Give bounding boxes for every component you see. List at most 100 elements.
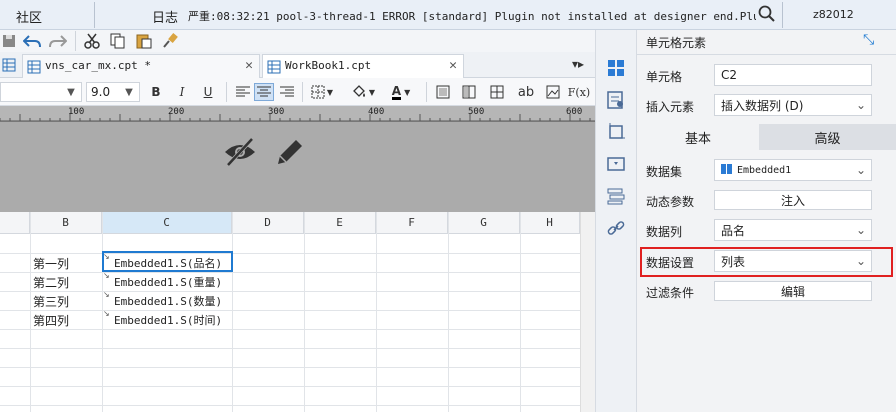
- text-style-button[interactable]: ab: [516, 83, 536, 101]
- undo-icon[interactable]: [22, 32, 42, 50]
- vertical-scrollbar[interactable]: [580, 212, 595, 412]
- align-left-icon[interactable]: [234, 83, 252, 101]
- username[interactable]: z82012: [813, 8, 854, 21]
- table-cell[interactable]: Embedded1.S(品名): [114, 254, 222, 272]
- data-setting-select[interactable]: 列表 ⌄: [714, 250, 872, 272]
- column-header[interactable]: G: [448, 212, 520, 234]
- split-cells-icon[interactable]: [460, 83, 478, 101]
- column-header[interactable]: B: [30, 212, 102, 234]
- preview-area: [0, 122, 595, 212]
- log-label[interactable]: 日志: [152, 7, 178, 26]
- tab-workbook1[interactable]: WorkBook1.cpt ✕: [262, 54, 464, 78]
- table-cell[interactable]: 第一列: [33, 254, 69, 272]
- font-color-icon[interactable]: A ▼: [386, 83, 416, 101]
- column-header[interactable]: D: [232, 212, 304, 234]
- tab-basic[interactable]: 基本: [637, 124, 759, 150]
- edit-filter-button[interactable]: 编辑: [714, 281, 872, 301]
- tab-vns-car-mx[interactable]: vns_car_mx.cpt * ✕: [22, 54, 260, 78]
- insert-element-select[interactable]: 插入数据列 (D) ⌄: [714, 94, 872, 116]
- align-right-icon[interactable]: [278, 83, 296, 101]
- border-icon[interactable]: ▼: [308, 83, 336, 101]
- top-bar: 社区 日志 严重:08:32:21 pool-3-thread-1 ERROR …: [0, 0, 896, 30]
- cut-icon[interactable]: [82, 32, 102, 50]
- divider: [637, 54, 896, 55]
- data-setting-label: 数据设置: [646, 256, 695, 270]
- cell-attribute-icon[interactable]: [606, 90, 626, 110]
- ruler-tick: 100: [68, 107, 85, 117]
- column-header[interactable]: E: [304, 212, 376, 234]
- copy-icon[interactable]: [108, 32, 128, 50]
- hyperlink-icon[interactable]: [606, 218, 626, 238]
- chevron-down-icon: ▼: [125, 86, 133, 98]
- fill-color-icon[interactable]: ▼: [348, 83, 378, 101]
- column-header[interactable]: C: [102, 212, 232, 234]
- ruler-tick: 500: [468, 107, 485, 117]
- image-icon[interactable]: [544, 83, 562, 101]
- cell-element-panel: 单元格元素 ⤡ 单元格 C2 插入元素 插入数据列 (D) ⌄ 基本 高级 数据集…: [637, 30, 896, 412]
- row-line: [0, 348, 580, 349]
- table-cell[interactable]: 第三列: [33, 292, 69, 310]
- formula-button[interactable]: F(x): [568, 83, 590, 101]
- cell-element-icon[interactable]: [606, 58, 626, 78]
- table-cell[interactable]: 第二列: [33, 273, 69, 291]
- bold-button[interactable]: B: [148, 83, 164, 101]
- format-painter-icon[interactable]: [160, 32, 180, 50]
- table-cell[interactable]: Embedded1.S(数量): [114, 292, 222, 310]
- align-center-icon[interactable]: [254, 83, 274, 101]
- data-column-select[interactable]: 品名 ⌄: [714, 219, 872, 241]
- chevron-down-icon: ▼: [67, 86, 75, 98]
- italic-button[interactable]: I: [174, 83, 190, 101]
- ruler-tick: 200: [168, 107, 185, 117]
- row-line: [0, 386, 580, 387]
- data-column-value: 品名: [721, 223, 746, 238]
- row-line: [0, 253, 580, 254]
- dataset-value: Embedded1: [737, 164, 792, 176]
- insert-cell-icon[interactable]: [488, 83, 506, 101]
- hide-eye-icon[interactable]: [222, 136, 258, 171]
- tab-bar: vns_car_mx.cpt * ✕ WorkBook1.cpt ✕ ▾▸: [0, 52, 595, 78]
- divider: [226, 82, 227, 102]
- table-cell[interactable]: Embedded1.S(时间): [114, 311, 222, 329]
- table-cell[interactable]: Embedded1.S(重量): [114, 273, 222, 291]
- close-icon[interactable]: ✕: [245, 55, 253, 77]
- table-cell[interactable]: 第四列: [33, 311, 69, 329]
- redo-icon[interactable]: [48, 32, 68, 50]
- spreadsheet-grid[interactable]: B C D E F G H 第一列 第二列 第三列 第四列 Embedded1.…: [0, 212, 595, 412]
- column-header[interactable]: H: [520, 212, 580, 234]
- underline-button[interactable]: U: [200, 83, 216, 101]
- row-line: [0, 310, 580, 311]
- divider: [302, 82, 303, 102]
- pencil-icon[interactable]: [274, 136, 306, 171]
- merge-cells-icon[interactable]: [434, 83, 452, 101]
- tab-advanced[interactable]: 高级: [759, 124, 896, 150]
- save-icon[interactable]: [0, 32, 20, 50]
- search-icon[interactable]: [758, 4, 776, 24]
- panel-title: 单元格元素: [646, 36, 707, 50]
- property-sidebar: [595, 30, 637, 412]
- tab-menu-icon[interactable]: ▾▸: [572, 57, 584, 71]
- database-icon: [721, 163, 733, 178]
- conditional-icon[interactable]: [606, 186, 626, 206]
- collapse-arrow-icon[interactable]: ⤡: [863, 32, 874, 48]
- crop-icon[interactable]: [606, 122, 626, 142]
- font-family-select[interactable]: ▼: [0, 82, 82, 102]
- edit-toolbar: [0, 30, 595, 52]
- paste-icon[interactable]: [134, 32, 154, 50]
- dynamic-param-label: 动态参数: [646, 195, 695, 209]
- ruler-tick: 300: [268, 107, 285, 117]
- column-header[interactable]: F: [376, 212, 448, 234]
- cell-address-input[interactable]: C2: [714, 64, 872, 86]
- dataset-select[interactable]: Embedded1 ⌄: [714, 159, 872, 181]
- chevron-down-icon: ⌄: [855, 163, 867, 177]
- community-link[interactable]: 社区: [16, 7, 42, 26]
- data-column-label: 数据列: [646, 225, 683, 239]
- close-icon[interactable]: ✕: [449, 55, 457, 77]
- widget-icon[interactable]: [606, 154, 626, 174]
- cell-label: 单元格: [646, 70, 683, 84]
- font-size-select[interactable]: 9.0 ▼: [86, 82, 140, 102]
- row-line: [0, 405, 580, 406]
- ruler-tick: 600: [566, 107, 583, 117]
- log-message[interactable]: 严重:08:32:21 pool-3-thread-1 ERROR [stand…: [188, 8, 756, 24]
- inject-button[interactable]: 注入: [714, 190, 872, 210]
- row-line: [0, 291, 580, 292]
